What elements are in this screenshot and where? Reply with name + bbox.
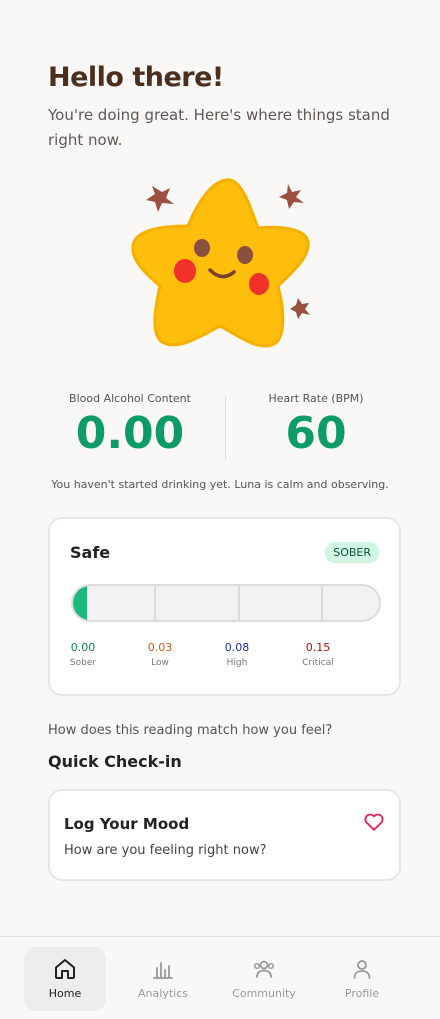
bac-meter — [71, 584, 381, 622]
scale-sober: 0.00 Sober — [58, 641, 108, 668]
star-mascot-icon — [131, 178, 310, 348]
log-mood-card[interactable]: Log Your Mood How are you feeling right … — [48, 789, 401, 881]
meter-divider — [238, 586, 240, 620]
safety-card: Safe SOBER 0.00 Sober 0.03 Low 0.08 High… — [48, 517, 401, 696]
bottom-nav: Home Analytics Community Profile — [0, 936, 440, 1019]
bac-stat: Blood Alcohol Content 0.00 — [40, 392, 220, 459]
status-badge: SOBER — [325, 542, 379, 563]
scale-value: 0.03 — [147, 641, 173, 654]
meter-divider — [154, 586, 156, 620]
page-subtitle: You're doing great. Here's where things … — [48, 106, 390, 149]
page-title: Hello there! — [48, 62, 224, 93]
nav-analytics[interactable]: Analytics — [122, 947, 204, 1011]
nav-label: Home — [48, 987, 82, 1000]
log-mood-title: Log Your Mood — [64, 815, 190, 833]
scale-label: High — [226, 658, 248, 668]
scale-low: 0.03 Low — [135, 641, 185, 668]
greeting-section: Hello there! You're doing great. Here's … — [48, 62, 408, 153]
heart-icon[interactable] — [363, 811, 385, 833]
scale-high: 0.08 High — [212, 641, 262, 668]
scale-value: 0.08 — [224, 641, 250, 654]
nav-label: Community — [232, 987, 296, 1000]
status-note: You haven't started drinking yet. Luna i… — [51, 478, 389, 491]
user-icon — [353, 960, 371, 979]
bac-label: Blood Alcohol Content — [69, 392, 191, 405]
safety-title: Safe — [70, 543, 111, 562]
check-in-question: How does this reading match how you feel… — [48, 723, 333, 738]
scale-critical: 0.15 Critical — [293, 641, 343, 668]
bac-meter-fill — [73, 586, 87, 620]
scale-label: Low — [151, 658, 169, 668]
scale-value: 0.15 — [305, 641, 331, 654]
scale-value: 0.00 — [70, 641, 96, 654]
home-icon — [55, 959, 75, 979]
scale-label: Sober — [69, 658, 97, 668]
nav-profile[interactable]: Profile — [321, 947, 403, 1011]
nav-community[interactable]: Community — [223, 947, 305, 1011]
bar-chart-icon — [153, 962, 173, 979]
meter-divider — [321, 586, 323, 620]
users-icon — [253, 960, 275, 978]
nav-label: Profile — [344, 987, 380, 1000]
vitals-stats: Blood Alcohol Content 0.00 Heart Rate (B… — [40, 392, 400, 464]
bac-value: 0.00 — [75, 408, 185, 459]
heart-rate-label: Heart Rate (BPM) — [268, 392, 364, 405]
scale-label: Critical — [302, 658, 334, 668]
quick-check-in-title: Quick Check-in — [48, 752, 182, 771]
nav-label: Analytics — [138, 987, 188, 1000]
heart-rate-stat: Heart Rate (BPM) 60 — [226, 392, 406, 459]
heart-rate-value: 60 — [285, 408, 347, 459]
log-mood-subtitle: How are you feeling right now? — [64, 843, 267, 858]
nav-home[interactable]: Home — [24, 947, 106, 1011]
